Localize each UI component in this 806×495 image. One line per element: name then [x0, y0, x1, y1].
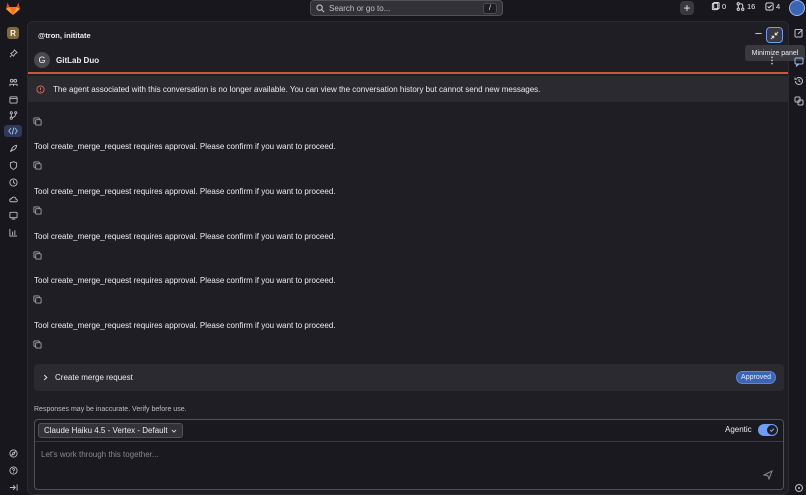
- shield-icon[interactable]: [7, 159, 19, 171]
- chat-message: Tool create_merge_request requires appro…: [34, 276, 336, 285]
- chat-message: Tool create_merge_request requires appro…: [34, 321, 336, 330]
- search-shortcut-key: /: [483, 2, 497, 14]
- minimize-arrows-icon: [770, 31, 779, 40]
- merge-card-label: Create merge request: [55, 373, 133, 382]
- calendar-icon[interactable]: [7, 93, 19, 105]
- agent-unavailable-alert: The agent associated with this conversat…: [28, 76, 788, 102]
- panel-header-title: @tron, inititate: [38, 31, 91, 40]
- agentic-toggle[interactable]: [758, 424, 778, 436]
- merge-requests-count: 16: [747, 2, 756, 11]
- chevron-down-icon: [171, 428, 177, 434]
- merge-requests-counter[interactable]: 16: [736, 2, 755, 11]
- duo-header: G GitLab Duo: [28, 46, 788, 74]
- copy-icon[interactable]: [33, 340, 42, 349]
- copy-icon[interactable]: [33, 206, 42, 215]
- left-sidebar: R: [0, 17, 27, 495]
- chat-composer: Claude Haiku 4.5 - Vertex - Default Agen…: [34, 419, 784, 490]
- cloud-icon[interactable]: [7, 193, 19, 205]
- agentic-label: Agentic: [725, 425, 752, 434]
- users-icon[interactable]: [7, 76, 19, 88]
- check-icon: [769, 427, 775, 433]
- history-icon[interactable]: [794, 76, 806, 88]
- todos-count: 4: [776, 2, 781, 11]
- todo-check-icon: [765, 2, 774, 11]
- duo-agent-icon[interactable]: [794, 483, 806, 495]
- copy-icon[interactable]: [33, 117, 42, 126]
- user-avatar[interactable]: [789, 0, 805, 16]
- duo-chat-panel: @tron, inititate Minimize panel G GitLab…: [27, 21, 805, 495]
- issues-count: 0: [722, 2, 727, 11]
- project-avatar[interactable]: R: [7, 27, 19, 39]
- create-new-button[interactable]: +: [680, 1, 694, 15]
- minus-icon[interactable]: [754, 29, 763, 38]
- error-icon: [36, 84, 45, 94]
- code-icon[interactable]: [4, 125, 22, 137]
- duo-avatar: G: [34, 52, 50, 68]
- chat-message: Tool create_merge_request requires appro…: [34, 142, 336, 151]
- sessions-icon[interactable]: [794, 96, 806, 108]
- minimize-panel-button[interactable]: [766, 27, 783, 43]
- issues-counter[interactable]: 0: [711, 2, 726, 11]
- snippet-icon[interactable]: [7, 209, 19, 221]
- copy-icon[interactable]: [33, 161, 42, 170]
- edit-icon[interactable]: [794, 28, 806, 40]
- chat-message: Tool create_merge_request requires appro…: [34, 232, 336, 241]
- rocket-icon[interactable]: [7, 142, 19, 154]
- collapse-sidebar-icon[interactable]: [7, 481, 19, 493]
- create-merge-request-card[interactable]: Create merge request Approved: [34, 364, 784, 391]
- branch-icon[interactable]: [7, 109, 19, 121]
- issues-icon: [711, 2, 720, 11]
- explore-compass-icon[interactable]: [7, 447, 19, 459]
- search-placeholder: Search or go to...: [329, 3, 391, 13]
- duo-title: GitLab Duo: [56, 56, 100, 65]
- model-selector[interactable]: Claude Haiku 4.5 - Vertex - Default: [38, 423, 183, 438]
- disclaimer-text: Responses may be inaccurate. Verify befo…: [34, 406, 187, 413]
- analytics-icon[interactable]: [7, 226, 19, 238]
- search-icon: [316, 3, 325, 13]
- todos-counter[interactable]: 4: [765, 2, 780, 11]
- merge-request-icon: [736, 2, 745, 11]
- help-icon[interactable]: [7, 464, 19, 476]
- model-selector-value: Claude Haiku 4.5 - Vertex - Default: [44, 426, 168, 435]
- pin-icon[interactable]: [7, 47, 19, 59]
- more-options-icon[interactable]: [770, 56, 774, 65]
- composer-divider: [35, 441, 783, 442]
- copy-icon[interactable]: [33, 251, 42, 260]
- chat-message: Tool create_merge_request requires appro…: [34, 187, 336, 196]
- toggle-knob: [767, 425, 777, 435]
- gitlab-logo-icon[interactable]: [5, 1, 21, 16]
- search-bar[interactable]: Search or go to... /: [310, 0, 503, 16]
- copy-icon[interactable]: [33, 295, 42, 304]
- approved-badge: Approved: [736, 371, 776, 384]
- duo-chat-icon[interactable]: [794, 57, 806, 69]
- top-bar: Search or go to... / + 0 16 4: [0, 0, 806, 17]
- monitor-icon[interactable]: [7, 176, 19, 188]
- alert-message: The agent associated with this conversat…: [53, 84, 541, 94]
- send-icon[interactable]: [763, 470, 773, 480]
- chevron-right-icon[interactable]: [42, 374, 49, 381]
- chat-input[interactable]: Let's work through this together...: [41, 450, 159, 459]
